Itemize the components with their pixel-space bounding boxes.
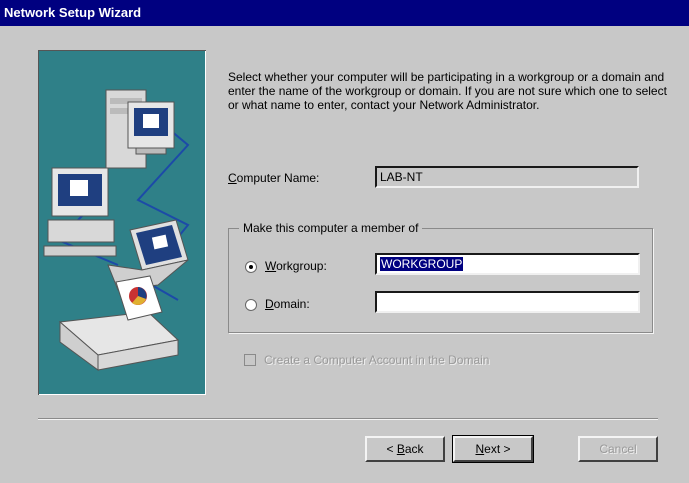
window-title: Network Setup Wizard [0,0,689,26]
instruction-text: Select whether your computer will be par… [228,70,667,112]
domain-label[interactable]: Domain: [265,297,310,311]
wizard-illustration [38,50,206,395]
domain-input[interactable] [375,291,640,313]
workgroup-input[interactable]: WORKGROUP [375,253,640,275]
back-button[interactable]: < Back [365,436,445,462]
computer-name-label: Computer Name: [228,171,320,185]
domain-radio[interactable] [245,299,257,311]
cancel-button: Cancel [578,436,658,462]
workgroup-input-value: WORKGROUP [380,257,464,271]
next-button[interactable]: Next > [452,435,534,463]
create-account-checkbox [244,354,256,366]
network-illustration-icon [43,89,190,371]
membership-group-title: Make this computer a member of [239,221,423,235]
workgroup-label[interactable]: Workgroup: [265,259,327,273]
computer-name-field: LAB-NT [375,166,639,188]
button-separator [38,418,658,420]
create-account-label: Create a Computer Account in the Domain [264,353,490,367]
workgroup-radio[interactable] [245,261,257,273]
membership-groupbox: Make this computer a member of Workgroup… [228,221,653,333]
network-setup-wizard-window: Network Setup Wizard Select whether your… [0,0,689,483]
